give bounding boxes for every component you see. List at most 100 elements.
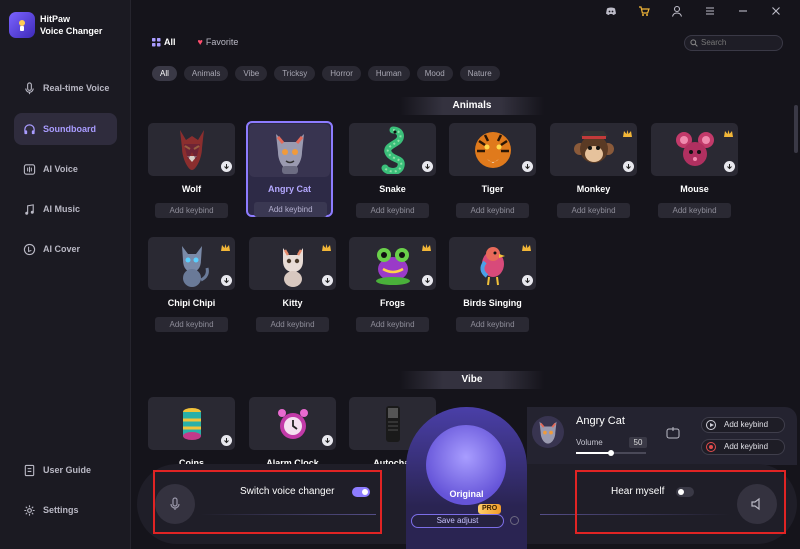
minimize-icon[interactable] <box>726 3 759 19</box>
scrollbar[interactable] <box>794 105 798 153</box>
volume-slider[interactable] <box>576 450 646 456</box>
crown-icon <box>422 244 431 251</box>
add-keybind-button[interactable]: Add keybind <box>254 202 327 217</box>
download-icon[interactable] <box>221 275 232 286</box>
add-keybind-button[interactable]: Add keybind <box>155 317 228 332</box>
sidebar-item-ai-cover[interactable]: AI Cover <box>14 233 117 265</box>
sound-card-name: Birds Singing <box>463 298 522 308</box>
tab-all[interactable]: All <box>152 37 176 47</box>
pro-badge: PRO <box>478 504 502 514</box>
add-keybind-button[interactable]: Add keybind <box>456 203 529 218</box>
sound-card-name: Chipi Chipi <box>167 298 216 308</box>
sidebar-item-soundboard[interactable]: Soundboard <box>14 113 117 145</box>
sidebar-item-realtime-voice[interactable]: Real-time Voice <box>14 72 117 104</box>
volume-slider-fill <box>576 452 611 454</box>
section-header-animals: Animals <box>400 97 544 115</box>
download-icon[interactable] <box>724 161 735 172</box>
chip-nature[interactable]: Nature <box>459 66 500 81</box>
save-adjust-button[interactable]: Save adjust <box>411 514 504 528</box>
sound-card-snake[interactable]: Snake Add keybind <box>349 123 436 219</box>
ai-voice-icon <box>23 163 36 175</box>
tab-label: Favorite <box>205 37 239 47</box>
chip-all[interactable]: All <box>152 66 177 81</box>
sound-thumbnail <box>249 124 330 177</box>
highlight-box-hear <box>575 470 786 534</box>
sidebar: HitPaw Voice Changer Real-time Voice Sou… <box>0 0 131 549</box>
headphones-icon <box>24 123 35 134</box>
app-name: HitPaw Voice Changer <box>40 13 110 37</box>
add-keybind-button[interactable]: Add keybind <box>356 203 429 218</box>
volume-slider-handle[interactable] <box>608 450 614 456</box>
tab-label: All <box>164 37 176 47</box>
crown-icon <box>724 130 733 137</box>
swap-icon[interactable] <box>666 427 680 439</box>
add-keybind-button[interactable]: Add keybind <box>557 203 630 218</box>
download-icon[interactable] <box>422 161 433 172</box>
sound-card-chipi-chipi[interactable]: Chipi Chipi Add keybind <box>148 237 235 333</box>
download-icon[interactable] <box>322 435 333 446</box>
tab-favorite[interactable]: ♥ Favorite <box>198 37 239 47</box>
record-keybind-button[interactable]: Add keybind <box>701 439 785 455</box>
download-icon[interactable] <box>221 435 232 446</box>
play-icon <box>706 420 716 430</box>
sound-card-angry-cat[interactable]: Angry Cat Add keybind <box>246 121 333 217</box>
menu-icon[interactable] <box>693 3 726 19</box>
search-icon <box>690 39 698 47</box>
sound-card-frogs[interactable]: Frogs Add keybind <box>349 237 436 333</box>
play-keybind-button[interactable]: Add keybind <box>701 417 785 433</box>
sidebar-item-ai-music[interactable]: AI Music <box>14 193 117 225</box>
download-icon[interactable] <box>522 275 533 286</box>
close-icon[interactable] <box>759 3 792 19</box>
crown-icon <box>322 244 331 251</box>
cart-icon[interactable] <box>627 3 660 19</box>
add-keybind-button[interactable]: Add keybind <box>356 317 429 332</box>
add-keybind-button[interactable]: Add keybind <box>155 203 228 218</box>
download-icon[interactable] <box>623 161 634 172</box>
sidebar-item-label: Settings <box>43 505 79 515</box>
record-icon <box>706 442 716 452</box>
sound-card-mouse[interactable]: Mouse Add keybind <box>651 123 738 219</box>
sound-card-monkey[interactable]: Monkey Add keybind <box>550 123 637 219</box>
download-icon[interactable] <box>522 161 533 172</box>
app-name-line1: HitPaw <box>40 14 71 24</box>
info-icon[interactable] <box>510 516 519 525</box>
download-icon[interactable] <box>322 275 333 286</box>
music-note-icon <box>25 203 34 215</box>
volume-value[interactable]: 50 <box>629 437 647 448</box>
sound-card-name: Kitty <box>282 298 303 308</box>
sound-card-name: Tiger <box>481 184 504 194</box>
keybind-label: Add keybind <box>724 442 769 451</box>
chip-mood[interactable]: Mood <box>416 66 453 81</box>
user-icon[interactable] <box>660 3 693 19</box>
sound-card-birds-singing[interactable]: Birds Singing Add keybind <box>449 237 536 333</box>
chip-vibe[interactable]: Vibe <box>235 66 268 81</box>
sound-card-name: Monkey <box>576 184 611 194</box>
sidebar-item-user-guide[interactable]: User Guide <box>14 454 117 486</box>
app-logo-icon <box>9 12 35 38</box>
sound-card-name: Snake <box>379 184 406 194</box>
chip-human[interactable]: Human <box>367 66 410 81</box>
sidebar-item-ai-voice[interactable]: AI Voice <box>14 153 117 185</box>
section-header-vibe: Vibe <box>400 371 544 389</box>
chip-animals[interactable]: Animals <box>183 66 229 81</box>
sound-card-wolf[interactable]: Wolf Add keybind <box>148 123 235 219</box>
category-chips: All Animals Vibe Tricksy Horror Human Mo… <box>152 66 507 81</box>
sidebar-item-settings[interactable]: Settings <box>14 494 117 526</box>
add-keybind-button[interactable]: Add keybind <box>456 317 529 332</box>
sound-card-tiger[interactable]: Tiger Add keybind <box>449 123 536 219</box>
download-icon[interactable] <box>422 275 433 286</box>
discord-icon[interactable] <box>594 3 627 19</box>
add-keybind-button[interactable]: Add keybind <box>658 203 731 218</box>
chip-tricksy[interactable]: Tricksy <box>274 66 316 81</box>
selected-voice-thumbnail <box>532 416 564 448</box>
add-keybind-button[interactable]: Add keybind <box>256 317 329 332</box>
chip-horror[interactable]: Horror <box>322 66 361 81</box>
search-input[interactable]: Search <box>684 35 783 51</box>
gear-icon <box>24 504 35 516</box>
search-placeholder: Search <box>701 38 727 47</box>
crown-icon <box>623 130 632 137</box>
download-icon[interactable] <box>221 161 232 172</box>
grid-icon <box>152 37 161 46</box>
sidebar-item-label: AI Voice <box>43 164 78 174</box>
sound-card-kitty[interactable]: Kitty Add keybind <box>249 237 336 333</box>
